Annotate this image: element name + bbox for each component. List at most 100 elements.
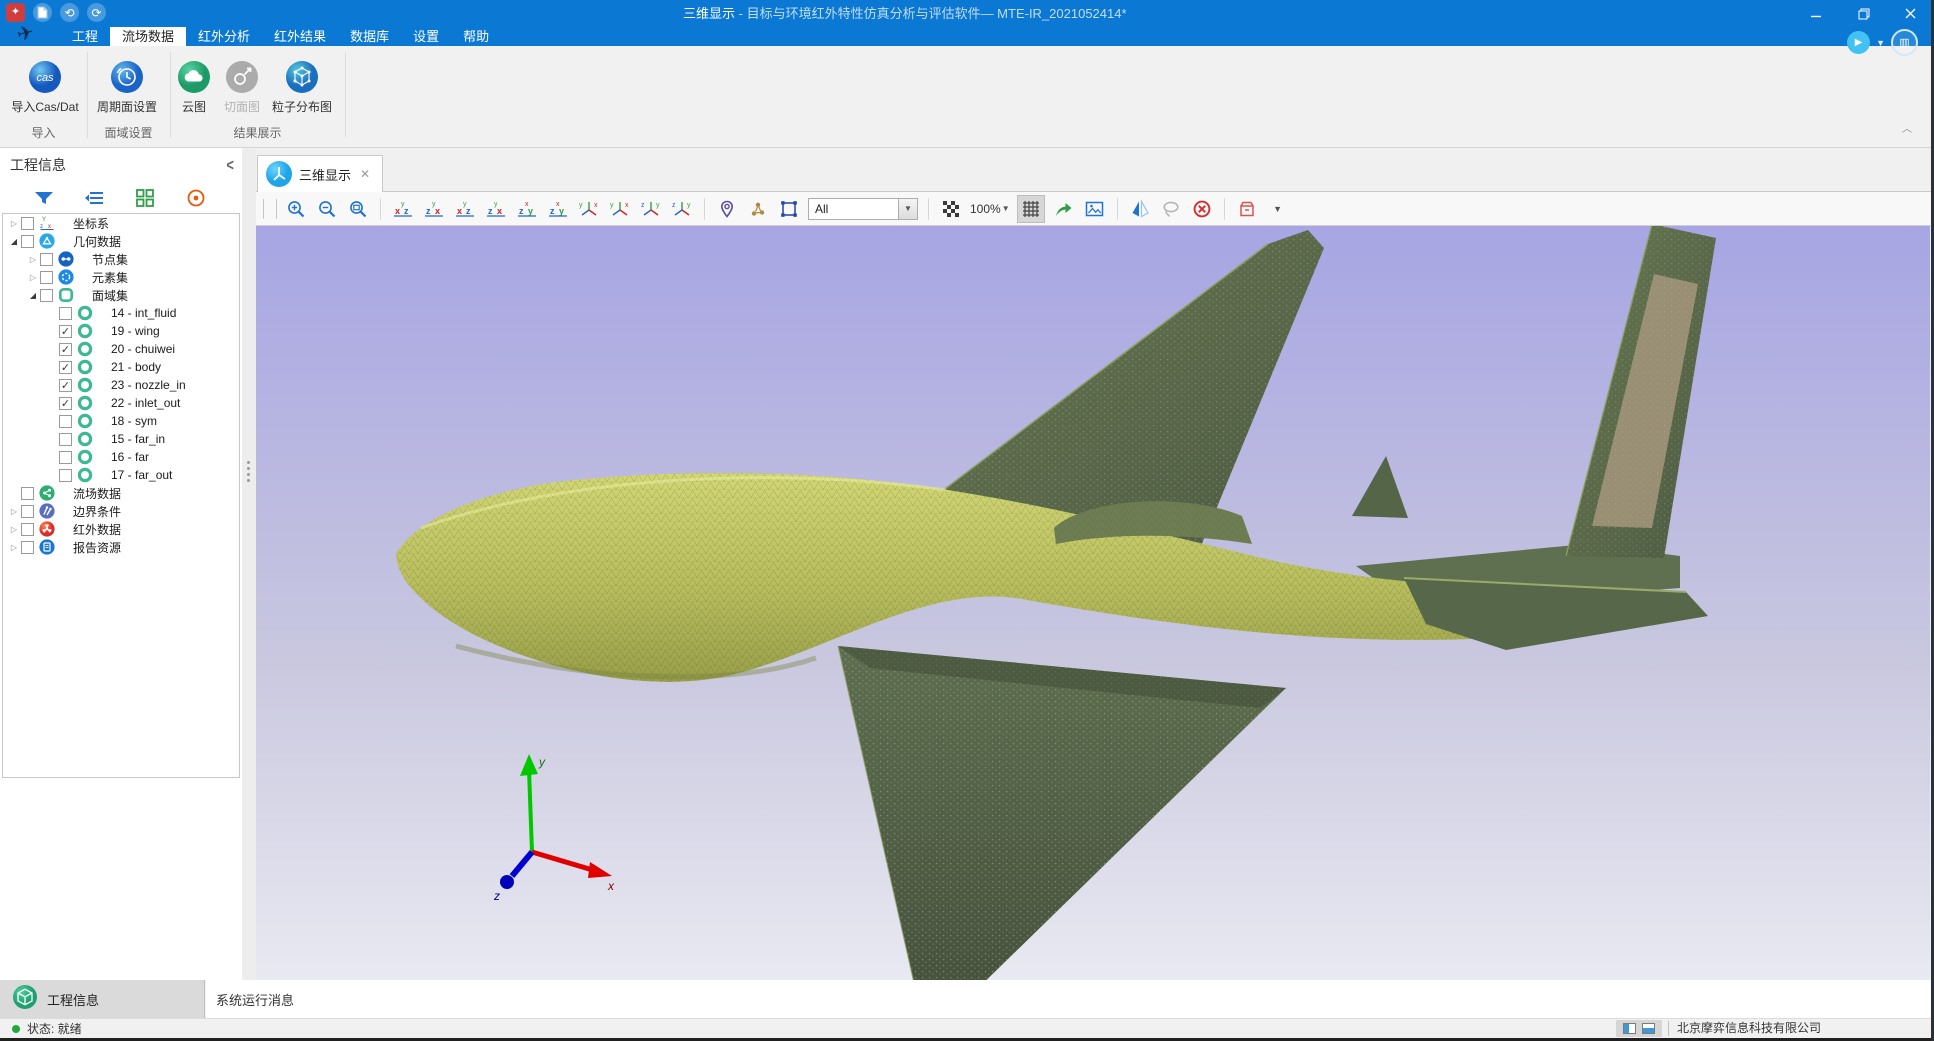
- tree-checkbox[interactable]: [21, 487, 34, 500]
- particle-select-icon[interactable]: [746, 197, 770, 221]
- dropdown-caret-icon[interactable]: ▼: [1002, 204, 1010, 213]
- view-front-icon[interactable]: xzy: [391, 197, 415, 221]
- transparency-icon[interactable]: [939, 197, 963, 221]
- snapshot-icon[interactable]: [1083, 197, 1107, 221]
- view-bottom-icon[interactable]: zyx: [546, 197, 570, 221]
- filter-icon[interactable]: [32, 186, 56, 210]
- tab-3d-view[interactable]: 三维显示 ✕: [257, 155, 383, 192]
- locate-pin-icon[interactable]: [715, 197, 739, 221]
- tree-item[interactable]: 18 - sym: [3, 412, 239, 430]
- tree-item[interactable]: 16 - far: [3, 448, 239, 466]
- tree-item[interactable]: ▷边界条件: [3, 502, 239, 520]
- tree-item[interactable]: ◢几何数据: [3, 232, 239, 250]
- tree-checkbox[interactable]: [59, 469, 72, 482]
- menu-item-6[interactable]: 设置: [401, 27, 451, 46]
- tree-expander-icon[interactable]: ◢: [7, 237, 21, 246]
- run-icon[interactable]: ▶: [1847, 31, 1870, 54]
- lasso-icon[interactable]: [1159, 197, 1183, 221]
- view-iso-se-icon[interactable]: zy: [639, 197, 663, 221]
- tree-checkbox[interactable]: ✓: [59, 343, 72, 356]
- panel-splitter[interactable]: [242, 148, 256, 980]
- ribbon-collapse-chevron-icon[interactable]: ︿: [1902, 120, 1912, 135]
- tree-expander-icon[interactable]: ▷: [26, 255, 40, 264]
- view-left-icon[interactable]: xzy: [453, 197, 477, 221]
- menu-item-1[interactable]: 工程: [60, 27, 110, 46]
- list-icon[interactable]: [83, 186, 107, 210]
- tab-close-icon[interactable]: ✕: [360, 167, 370, 181]
- tree-item[interactable]: ▷报告资源: [3, 538, 239, 556]
- tree-expander-icon[interactable]: ▷: [7, 219, 21, 228]
- tree-checkbox[interactable]: ✓: [59, 325, 72, 338]
- grid-icon[interactable]: [133, 186, 157, 210]
- package-export-icon[interactable]: [1235, 197, 1259, 221]
- tree-checkbox[interactable]: [59, 415, 72, 428]
- tree-checkbox[interactable]: [40, 253, 53, 266]
- manual-icon[interactable]: ▥: [1891, 29, 1918, 56]
- tree-checkbox[interactable]: [59, 307, 72, 320]
- close-button[interactable]: [1887, 0, 1934, 27]
- tree-item[interactable]: 17 - far_out: [3, 466, 239, 484]
- panel-collapse-icon[interactable]: <: [226, 155, 234, 175]
- box-select-icon[interactable]: [777, 197, 801, 221]
- tree-checkbox[interactable]: ✓: [59, 379, 72, 392]
- view-iso-nw-icon[interactable]: yx: [608, 197, 632, 221]
- tree-item[interactable]: ▷Yzx坐标系: [3, 214, 239, 232]
- layout-left-panel-icon[interactable]: [1623, 1023, 1636, 1034]
- tree-item[interactable]: ▷红外数据: [3, 520, 239, 538]
- menu-item-4[interactable]: 红外结果: [262, 27, 338, 46]
- zoom-in-icon[interactable]: [284, 197, 308, 221]
- tree-expander-icon[interactable]: ◢: [26, 291, 40, 300]
- tree-item[interactable]: 14 - int_fluid: [3, 304, 239, 322]
- menu-item-5[interactable]: 数据库: [338, 27, 401, 46]
- tree-item[interactable]: ✓22 - inlet_out: [3, 394, 239, 412]
- splitter-handle[interactable]: [247, 458, 251, 485]
- tree-checkbox[interactable]: [40, 289, 53, 302]
- system-message-bar[interactable]: 系统运行消息: [206, 980, 1934, 1018]
- mirror-icon[interactable]: [1128, 197, 1152, 221]
- dropdown-caret-icon[interactable]: ▼: [1266, 197, 1290, 221]
- ribbon-button-3[interactable]: 云图: [172, 60, 216, 115]
- toolbar-grip[interactable]: [263, 199, 277, 219]
- redo-icon[interactable]: ⟳: [87, 3, 106, 22]
- ribbon-button-2[interactable]: 周期面设置: [96, 60, 158, 115]
- zoom-percent-control[interactable]: 100%▼: [970, 202, 1010, 216]
- tree-checkbox[interactable]: [40, 271, 53, 284]
- undo-icon[interactable]: ⟲: [60, 3, 79, 22]
- tree-item[interactable]: 15 - far_in: [3, 430, 239, 448]
- export-arrow-icon[interactable]: [1052, 197, 1076, 221]
- zoom-out-icon[interactable]: [315, 197, 339, 221]
- tree-item[interactable]: ✓20 - chuiwei: [3, 340, 239, 358]
- tree-item[interactable]: ✓23 - nozzle_in: [3, 376, 239, 394]
- tree-expander-icon[interactable]: ▷: [26, 273, 40, 282]
- tree-expander-icon[interactable]: ▷: [7, 543, 21, 552]
- tree-checkbox[interactable]: [59, 451, 72, 464]
- zoom-fit-icon[interactable]: [346, 197, 370, 221]
- view-top-icon[interactable]: zyx: [515, 197, 539, 221]
- tree-item[interactable]: ▷元素集: [3, 268, 239, 286]
- tree-item[interactable]: 流场数据: [3, 484, 239, 502]
- new-file-icon[interactable]: [33, 3, 52, 22]
- tree-checkbox[interactable]: [21, 541, 34, 554]
- view-iso-ne-icon[interactable]: yx: [577, 197, 601, 221]
- clear-selection-icon[interactable]: [1190, 197, 1214, 221]
- tree-checkbox[interactable]: [59, 433, 72, 446]
- tree-checkbox[interactable]: [21, 505, 34, 518]
- view-back-icon[interactable]: zxy: [422, 197, 446, 221]
- tree-checkbox[interactable]: [21, 235, 34, 248]
- view-iso-sw-icon[interactable]: zy: [670, 197, 694, 221]
- minimize-button[interactable]: [1793, 0, 1840, 27]
- ribbon-button-1[interactable]: cas导入Cas/Dat: [10, 60, 80, 115]
- tree-checkbox[interactable]: [21, 523, 34, 536]
- tree-item[interactable]: ✓19 - wing: [3, 322, 239, 340]
- maximize-button[interactable]: [1840, 0, 1887, 27]
- tree-item[interactable]: ✓21 - body: [3, 358, 239, 376]
- menu-item-2[interactable]: 流场数据: [110, 27, 186, 46]
- menu-item-3[interactable]: 红外分析: [186, 27, 262, 46]
- project-info-footer-button[interactable]: 工程信息: [0, 980, 205, 1018]
- tree-checkbox[interactable]: ✓: [59, 397, 72, 410]
- target-icon[interactable]: [184, 186, 208, 210]
- menu-item-7[interactable]: 帮助: [451, 27, 501, 46]
- tree-item[interactable]: ▷节点集: [3, 250, 239, 268]
- tree-checkbox[interactable]: ✓: [59, 361, 72, 374]
- grid-toggle-button[interactable]: [1017, 195, 1045, 223]
